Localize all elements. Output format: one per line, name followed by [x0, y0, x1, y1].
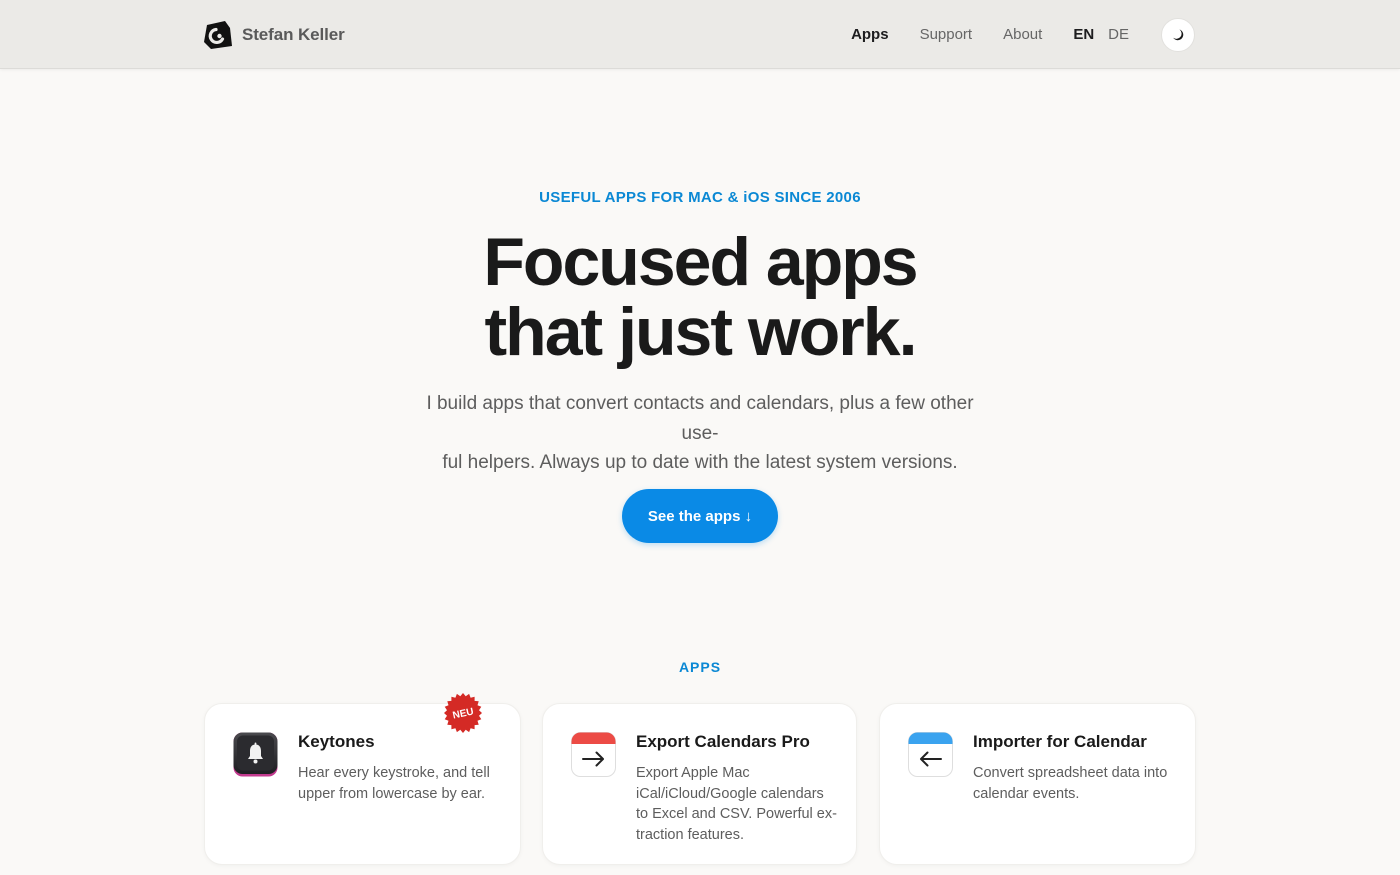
app-description: Export Apple Mac iCal/iCloud/Google cale…	[636, 765, 837, 843]
calendar-export-icon	[571, 732, 616, 777]
app-card-keytones[interactable]: Keytones Hear every keystroke, and tell …	[204, 693, 521, 865]
app-card-importer-for-calendar[interactable]: Importer for Calendar Convert spreadshee…	[879, 703, 1196, 865]
site-header: Stefan Keller Apps Support About EN DE	[0, 0, 1400, 69]
app-title: Export Calendars Pro	[636, 732, 810, 751]
subtext-line-1: I build apps that convert contacts and c…	[426, 393, 974, 444]
app-title: Importer for Calendar	[973, 732, 1147, 751]
language-switcher: EN DE	[1073, 26, 1129, 43]
subtext-line-2: ful helpers. Always up to date with the …	[442, 452, 958, 473]
hero-subtext: I build apps that convert contacts and c…	[410, 389, 990, 478]
see-apps-button[interactable]: See the apps ↓	[622, 489, 778, 543]
header-inner: Stefan Keller Apps Support About EN DE	[203, 0, 1195, 69]
lang-de[interactable]: DE	[1108, 26, 1129, 43]
logo-icon	[204, 20, 232, 49]
new-badge: NEU	[444, 693, 482, 733]
theme-toggle-button[interactable]	[1161, 17, 1195, 52]
calendar-import-icon	[908, 732, 953, 777]
apps-section-label: APPS	[678, 659, 722, 675]
app-title: Keytones	[298, 732, 375, 751]
nav-support[interactable]: Support	[920, 26, 973, 43]
hero-eyebrow: USEFUL APPS FOR MAC & iOS SINCE 2006	[539, 189, 861, 206]
lang-en[interactable]: EN	[1073, 26, 1094, 43]
main-nav: Apps Support About EN DE	[820, 17, 1195, 52]
nav-apps[interactable]: Apps	[851, 26, 889, 43]
app-description: Hear every keystroke, and tell upper fro…	[298, 765, 490, 802]
app-description: Convert spreadsheet data into calendar e…	[973, 765, 1168, 802]
headline-line-2: that just work.	[484, 294, 918, 370]
brand-link[interactable]: Stefan Keller	[203, 20, 345, 50]
bell-icon	[233, 732, 278, 777]
brand-name: Stefan Keller	[242, 24, 345, 44]
moon-icon	[1173, 29, 1184, 40]
nav-about[interactable]: About	[1003, 26, 1042, 43]
headline-line-1: Focused apps	[483, 224, 918, 300]
app-card-export-calendars-pro[interactable]: Export Calendars Pro Export Apple Mac iC…	[542, 703, 857, 865]
hero-headline: Focused apps that just work.	[0, 227, 1400, 367]
